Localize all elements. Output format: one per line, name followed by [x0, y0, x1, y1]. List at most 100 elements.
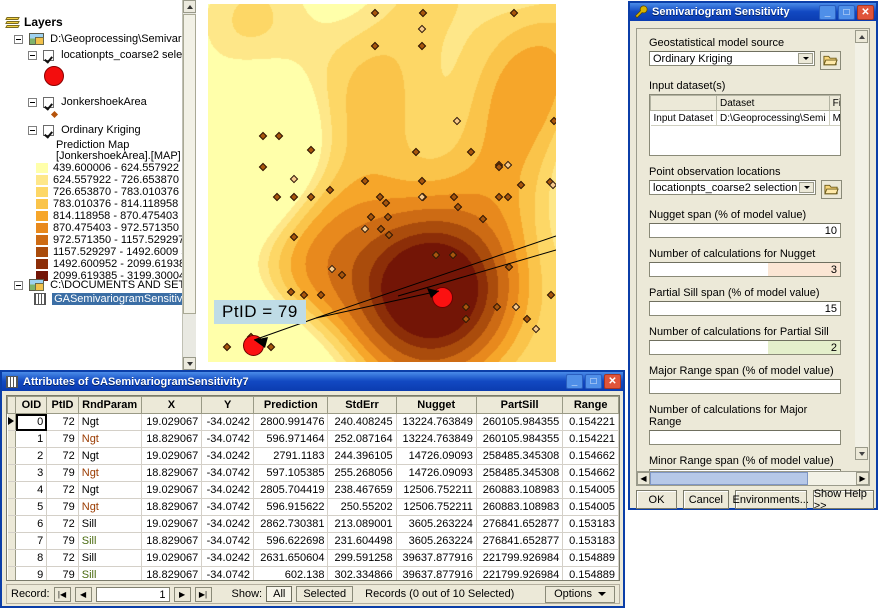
- expand-collapse-icon[interactable]: [28, 125, 37, 135]
- cell-x[interactable]: 19.029067: [141, 447, 203, 465]
- show-all-button[interactable]: All: [266, 586, 293, 602]
- cell-rndparam[interactable]: Sill: [78, 566, 142, 580]
- toc-layer-jonkershoekarea[interactable]: JonkershoekArea: [28, 96, 147, 109]
- legend-class-item[interactable]: 624.557922 - 726.653870: [36, 174, 187, 186]
- cell-nugget[interactable]: 13224.763849: [396, 430, 477, 448]
- cell-rndparam[interactable]: Ngt: [78, 413, 142, 431]
- maximize-button[interactable]: □: [585, 374, 602, 389]
- row-selector-header[interactable]: [7, 396, 17, 414]
- minimize-button[interactable]: _: [566, 374, 583, 389]
- field-input[interactable]: [649, 379, 841, 394]
- column-header-oid[interactable]: OID: [15, 396, 48, 414]
- cell-partsill[interactable]: 258485.345308: [476, 464, 564, 482]
- cell-stderr[interactable]: 213.089001: [327, 515, 397, 533]
- cell-range[interactable]: 0.154221: [562, 430, 619, 448]
- cell-prediction[interactable]: 2805.704419: [253, 481, 329, 499]
- field-input[interactable]: locationpts_coarse2 selection: [649, 180, 817, 195]
- cell-x[interactable]: 19.029067: [141, 549, 203, 567]
- hscroll-left-button[interactable]: ◀: [637, 472, 650, 485]
- legend-class-item[interactable]: 726.653870 - 783.010376: [36, 186, 187, 198]
- cell-stderr[interactable]: 244.396105: [327, 447, 397, 465]
- legend-class-item[interactable]: 972.571350 - 1157.529297: [36, 234, 187, 246]
- cell-x[interactable]: 19.029067: [141, 413, 203, 431]
- cell-y[interactable]: -34.0242: [201, 447, 255, 465]
- cell-stderr[interactable]: 231.604498: [327, 532, 397, 550]
- cell-x[interactable]: 18.829067: [141, 430, 203, 448]
- expand-collapse-icon[interactable]: [28, 50, 37, 60]
- cell-oid[interactable]: 0: [15, 413, 48, 431]
- cell-oid[interactable]: 1: [15, 430, 48, 448]
- dialog-scroll-area[interactable]: Geostatistical model source Ordinary Krig…: [636, 28, 870, 476]
- column-header-nugget[interactable]: Nugget: [395, 396, 477, 414]
- dialog-horizontal-scrollbar[interactable]: ◀ ▶: [636, 471, 870, 486]
- field-input[interactable]: 10: [649, 223, 841, 238]
- hscroll-right-button[interactable]: ▶: [856, 472, 869, 485]
- cell-y[interactable]: -34.0242: [201, 413, 255, 431]
- ds-col-1[interactable]: Dataset: [715, 95, 830, 111]
- toc-layer-ordinary-kriging[interactable]: Ordinary Kriging: [28, 124, 141, 137]
- cell-ptid[interactable]: 72: [46, 447, 79, 465]
- cell-nugget[interactable]: 13224.763849: [396, 413, 477, 431]
- cell-rndparam[interactable]: Sill: [78, 515, 142, 533]
- column-header-x[interactable]: X: [140, 396, 203, 414]
- cell-range[interactable]: 0.153183: [562, 532, 619, 550]
- expand-collapse-icon[interactable]: [14, 280, 23, 290]
- legend-class-item[interactable]: 814.118958 - 870.475403: [36, 210, 187, 222]
- attributes-body[interactable]: 0 72 Ngt 19.029067 -34.0242 2800.991476 240.40…: [7, 413, 619, 580]
- cell-y[interactable]: -34.0242: [201, 549, 255, 567]
- dialog-button-cancel[interactable]: Cancel: [683, 490, 729, 509]
- cell-oid[interactable]: 4: [15, 481, 48, 499]
- selected-point-79[interactable]: [243, 335, 264, 356]
- ds-cell[interactable]: MAP: [829, 110, 840, 126]
- next-record-button[interactable]: ▶: [173, 586, 191, 602]
- cell-y[interactable]: -34.0742: [201, 532, 255, 550]
- browse-folder-button[interactable]: [820, 51, 841, 70]
- layer-visibility-checkbox[interactable]: [43, 124, 55, 136]
- dialog-button-ok[interactable]: OK: [636, 490, 678, 509]
- dialog-button-environments[interactable]: Environments...: [733, 490, 809, 509]
- row-selector[interactable]: [7, 413, 17, 431]
- row-selector[interactable]: [7, 447, 17, 465]
- cell-y[interactable]: -34.0242: [201, 481, 255, 499]
- cell-x[interactable]: 18.829067: [141, 464, 203, 482]
- cell-range[interactable]: 0.153183: [562, 515, 619, 533]
- selected-point-72[interactable]: [432, 287, 453, 308]
- cell-oid[interactable]: 8: [15, 549, 48, 567]
- map-view[interactable]: PtID = 79: [208, 4, 556, 362]
- column-header-y[interactable]: Y: [201, 396, 255, 414]
- legend-class-item[interactable]: 439.600006 - 624.557922: [36, 162, 187, 174]
- cell-rndparam[interactable]: Ngt: [78, 430, 142, 448]
- cell-nugget[interactable]: 14726.09093: [396, 464, 477, 482]
- attributes-title-bar[interactable]: Attributes of GASemivariogramSensitivity…: [2, 372, 623, 391]
- row-selector[interactable]: [7, 566, 17, 580]
- cell-ptid[interactable]: 79: [46, 498, 79, 516]
- toc-dataframe-1[interactable]: D:\Geoprocessing\SemivariogramSe: [14, 33, 196, 46]
- layer-visibility-checkbox[interactable]: [43, 96, 55, 108]
- field-input[interactable]: 2: [649, 340, 841, 355]
- cell-ptid[interactable]: 72: [46, 413, 79, 431]
- dropdown-button[interactable]: [798, 53, 813, 64]
- options-button[interactable]: Options: [545, 585, 615, 603]
- cell-oid[interactable]: 2: [15, 447, 48, 465]
- table-row[interactable]: 7 79 Sill 18.829067 -34.0742 596.622698 231.60…: [7, 532, 619, 550]
- cell-oid[interactable]: 5: [15, 498, 48, 516]
- cell-nugget[interactable]: 39637.877916: [396, 549, 477, 567]
- cell-partsill[interactable]: 221799.926984: [476, 566, 564, 580]
- dialog-title-bar[interactable]: Semivariogram Sensitivity _ □ ✕: [630, 3, 876, 21]
- table-row[interactable]: 5 79 Ngt 18.829067 -34.0742 596.915622 250.552…: [7, 498, 619, 516]
- toc-root[interactable]: Layers: [5, 16, 63, 29]
- cell-y[interactable]: -34.0742: [201, 566, 255, 580]
- cell-y[interactable]: -34.0742: [201, 464, 255, 482]
- cell-partsill[interactable]: 221799.926984: [476, 549, 564, 567]
- table-of-contents-panel[interactable]: Layers D:\Geoprocessing\SemivariogramSe …: [0, 0, 196, 370]
- row-selector[interactable]: [7, 464, 17, 482]
- cell-nugget[interactable]: 12506.752211: [396, 481, 477, 499]
- ds-cell[interactable]: D:\Geoprocessing\Semi: [716, 110, 830, 126]
- ds-row[interactable]: Input DatasetD:\Geoprocessing\SemiMAP: [650, 110, 840, 126]
- table-row[interactable]: 4 72 Ngt 19.029067 -34.0242 2805.704419 238.46…: [7, 481, 619, 499]
- cell-oid[interactable]: 3: [15, 464, 48, 482]
- column-header-partsill[interactable]: PartSill: [475, 396, 564, 414]
- column-header-range[interactable]: Range: [562, 396, 619, 414]
- cell-x[interactable]: 18.829067: [141, 532, 203, 550]
- cell-stderr[interactable]: 255.268056: [327, 464, 397, 482]
